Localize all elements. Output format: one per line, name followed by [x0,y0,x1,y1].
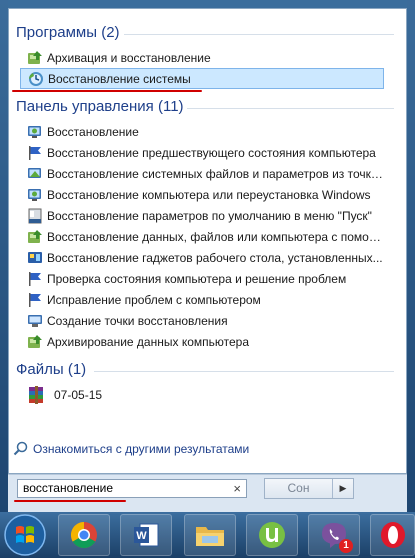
section-divider [124,34,394,35]
chrome-icon [70,521,97,549]
start-menu-search-results: Программы (2) Архивация и восстановление… [8,8,407,474]
result-item-start-menu-defaults[interactable]: Восстановление параметров по умолчанию в… [17,205,385,226]
recovery-icon [28,125,41,138]
result-item-label: Восстановление компьютера или переустано… [47,187,371,202]
result-item-fix-problems[interactable]: Исправление проблем с компьютером [17,289,385,310]
taskbar-utorrent-button[interactable] [246,514,298,556]
start-orb[interactable] [2,512,48,558]
computer-icon [28,314,42,327]
result-item-recovery[interactable]: Восстановление [17,121,385,142]
search-input-value: восстановление [23,481,114,495]
result-item-check-status[interactable]: Проверка состояния компьютера и решение … [17,268,385,289]
section-title-control-panel[interactable]: Панель управления (11) [16,98,184,115]
result-file-label: 07-05-15 [54,388,103,402]
result-item-restore-data-files[interactable]: Восстановление данных, файлов или компью… [17,226,385,247]
taskbar-viber-button[interactable]: 1 [308,514,360,556]
desktop-edge-left [0,0,8,512]
result-item-label: Восстановление системных файлов и параме… [47,166,385,181]
result-item-previous-state[interactable]: Восстановление предшествующего состояния… [17,142,385,163]
desktop-edge-right [407,0,415,512]
result-item-restore-system-files[interactable]: Восстановление системных файлов и параме… [17,163,385,184]
result-item-label: Восстановление [47,124,139,139]
result-item-label: Восстановление параметров по умолчанию в… [47,208,372,223]
result-item-system-restore[interactable]: Восстановление системы [20,68,384,89]
viber-notification-badge: 1 [339,539,353,553]
utorrent-icon [259,522,285,548]
taskbar-word-button[interactable]: W [120,514,172,556]
desktop-background [0,0,415,8]
winrar-archive-icon [29,386,43,404]
taskbar-icon [28,208,42,223]
taskbar: W 1 [0,512,415,558]
backup-icon [28,229,42,243]
result-item-label: Восстановление данных, файлов или компью… [47,229,385,244]
word-letter: W [136,530,147,542]
result-file-item[interactable]: 07-05-15 [27,384,102,406]
system-restore-icon [29,71,43,86]
search-input[interactable]: восстановление × [17,479,247,498]
sleep-button[interactable]: Сон [265,479,333,498]
section-divider [187,108,394,109]
result-item-reinstall-windows[interactable]: Восстановление компьютера или переустано… [17,184,385,205]
search-icon [13,441,28,456]
result-item-label: Архивирование данных компьютера [47,334,249,349]
recovery-icon [28,188,41,201]
gadgets-icon [28,251,42,263]
clear-search-icon[interactable]: × [233,480,241,497]
opera-icon [380,522,405,548]
action-center-flag-icon [29,145,41,160]
result-item-label: Восстановление системы [48,71,191,86]
section-divider [94,371,394,372]
backup-icon [28,50,42,64]
section-title-programs[interactable]: Программы (2) [16,24,120,41]
system-restore-icon [28,167,41,178]
result-item-label: Восстановление предшествующего состояния… [47,145,376,160]
see-more-results-link[interactable]: Ознакомиться с другими результатами [13,441,249,456]
action-center-flag-icon [29,271,41,286]
shutdown-button-group: Сон ▶ [264,478,354,499]
taskbar-chrome-button[interactable] [58,514,110,556]
result-item-restore-gadgets[interactable]: Восстановление гаджетов рабочего стола, … [17,247,385,268]
explorer-icon [196,527,224,546]
see-more-results-label: Ознакомиться с другими результатами [33,441,250,456]
word-icon: W [134,523,159,547]
backup-icon [28,334,42,348]
result-item-label: Архивация и восстановление [47,50,211,65]
result-item-label: Проверка состояния компьютера и решение … [47,271,347,286]
search-bar-area: восстановление × Сон ▶ [8,474,407,513]
result-item-label: Восстановление гаджетов рабочего стола, … [47,250,383,265]
section-title-files[interactable]: Файлы (1) [16,361,86,378]
taskbar-explorer-button[interactable] [184,514,236,556]
result-item-label: Создание точки восстановления [47,313,228,328]
red-underline-annotation [14,500,126,502]
action-center-flag-icon [29,292,41,307]
result-item-label: Исправление проблем с компьютером [47,292,261,307]
red-underline-annotation [12,90,202,92]
result-item-archive-data[interactable]: Архивирование данных компьютера [17,331,385,352]
power-options-arrow-icon[interactable]: ▶ [333,479,353,498]
taskbar-opera-button[interactable] [370,514,415,556]
result-item-create-restore-point[interactable]: Создание точки восстановления [17,310,385,331]
result-item-backup-restore[interactable]: Архивация и восстановление [17,47,385,68]
